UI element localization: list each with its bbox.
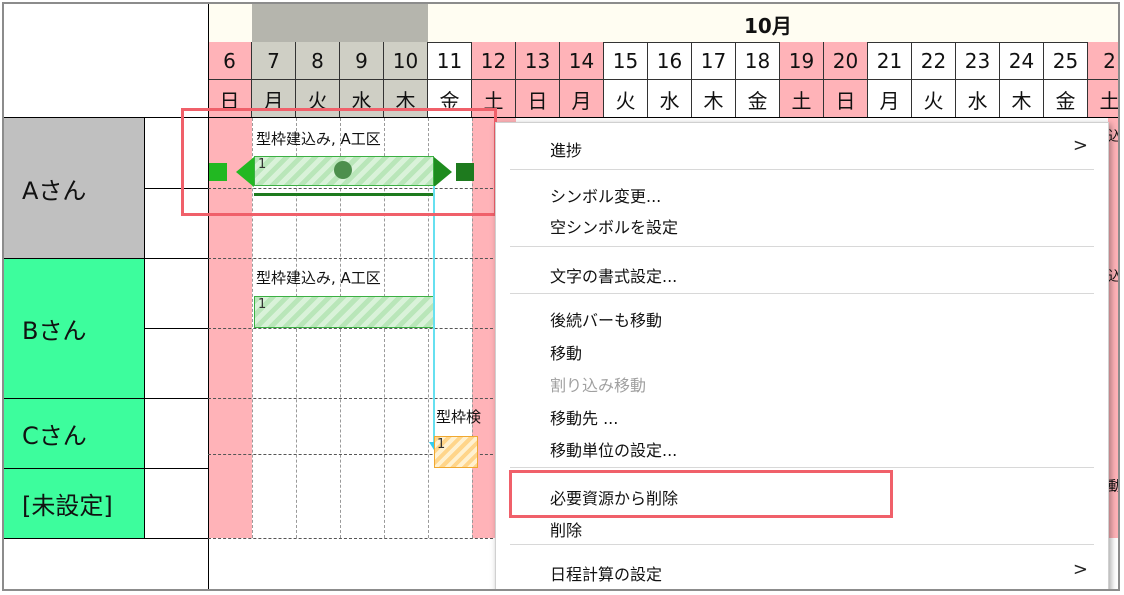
task-bar-c[interactable]: 1 [434,436,478,468]
menu-separator [510,544,1094,545]
day-number-cell: 19 [780,42,824,80]
day-number-cell: 15 [604,42,648,80]
menu-item-move[interactable]: 移動 [550,340,582,364]
task-number-c: 1 [437,437,446,452]
menu-item-schedule-calc[interactable]: 日程計算の設定 [550,561,662,585]
weekday-cell: 火 [912,80,956,118]
cutoff-text-2: 込 [1108,266,1118,286]
weekday-cell: 金 [1044,80,1088,118]
day-number-cell: 2 [1088,42,1118,80]
task-label-c: 型枠検 [436,408,482,426]
weekday-cell: 土 [1088,80,1118,118]
menu-item-set-empty-symbol[interactable]: 空シンボルを設定 [550,214,678,238]
day-number-cell: 22 [912,42,956,80]
menu-item-progress[interactable]: 進捗 [550,137,582,161]
day-number-cell: 23 [956,42,1000,80]
cutoff-text-1: 込 [1108,126,1118,146]
weekend-column [1108,118,1118,538]
menu-separator [510,169,1094,170]
menu-separator [510,293,1094,294]
weekday-cell: 金 [736,80,780,118]
menu-separator [510,467,1094,468]
day-number-cell: 14 [560,42,604,80]
submenu-arrow-icon: > [1072,135,1088,156]
row-line-end [4,538,208,539]
task-number-b: 1 [258,297,267,312]
day-number-cell: 9 [340,42,384,80]
menu-item-delete[interactable]: 削除 [550,517,582,541]
day-number-cell: 7 [252,42,296,80]
day-number-cell: 17 [692,42,736,80]
day-number-cell: 16 [648,42,692,80]
resource-row-a[interactable]: Aさん [4,118,144,258]
resource-row-unset[interactable]: [未設定] [4,468,144,538]
task-label-b: 型枠建込み, A工区 [256,269,381,287]
month-label: 10月 [744,14,792,38]
panel-divider [208,4,209,589]
menu-item-move-unit[interactable]: 移動単位の設定... [550,437,677,461]
dash-line-4 [208,398,498,399]
dash-line-3 [208,328,498,329]
context-menu: 進捗 > シンボル変更... 空シンボルを設定 文字の書式設定... 後続バーも… [495,122,1109,589]
day-number-cell: 13 [516,42,560,80]
weekday-cell: 水 [648,80,692,118]
dependency-link [433,186,435,446]
resource-row-b[interactable]: Bさん [4,258,144,398]
dash-line-2 [208,258,498,259]
menu-item-move-following[interactable]: 後続バーも移動 [550,307,662,331]
day-number-cell: 12 [472,42,516,80]
submenu-arrow-icon: > [1072,559,1088,580]
menu-item-move-to[interactable]: 移動先 ... [550,405,618,429]
sub-line-b [144,328,208,329]
day-number-cell: 21 [868,42,912,80]
day-number-cell: 20 [824,42,868,80]
row-line-cu [4,468,208,469]
menu-item-change-symbol[interactable]: シンボル変更... [550,183,661,207]
cutoff-text-3: 動 [1108,476,1118,496]
resource-name-a: Aさん [22,176,87,205]
weekday-cell: 水 [956,80,1000,118]
day-number-cell: 8 [296,42,340,80]
highlight-box-menu-item [509,470,893,518]
task-bar-b[interactable]: 1 [254,296,434,328]
row-line-ab [4,258,208,259]
menu-item-text-format[interactable]: 文字の書式設定... [550,263,677,287]
resource-name-b: Bさん [22,316,87,345]
day-number-cell: 18 [736,42,780,80]
weekday-cell: 日 [516,80,560,118]
resource-panel-header [4,4,208,118]
day-number-cell: 24 [1000,42,1044,80]
weekday-cell: 月 [560,80,604,118]
weekday-cell: 木 [692,80,736,118]
menu-item-insert-move: 割り込み移動 [550,376,647,395]
weekday-cell: 月 [868,80,912,118]
highlight-box-task [181,108,497,216]
menu-separator [510,246,1094,247]
weekday-cell: 日 [824,80,868,118]
weekday-cell: 土 [780,80,824,118]
dash-line-6 [208,538,498,539]
resource-name-unset: [未設定] [22,491,113,520]
resource-name-c: Cさん [22,421,87,450]
day-number-cell: 11 [428,42,472,80]
day-number-cell: 10 [384,42,428,80]
day-number-cell: 6 [208,42,252,80]
header-bottom-line [4,117,1118,118]
resource-row-c[interactable]: Cさん [4,398,144,468]
day-number-cell: 25 [1044,42,1088,80]
row-line-bc [4,398,208,399]
month-header-selection [252,4,428,42]
weekday-cell: 火 [604,80,648,118]
gantt-chart: Aさん Bさん Cさん [未設定] 10月 6 日 7 月 8 火 9 水 10 木 11 金 12 土 1… [2,2,1120,591]
weekday-cell: 木 [1000,80,1044,118]
